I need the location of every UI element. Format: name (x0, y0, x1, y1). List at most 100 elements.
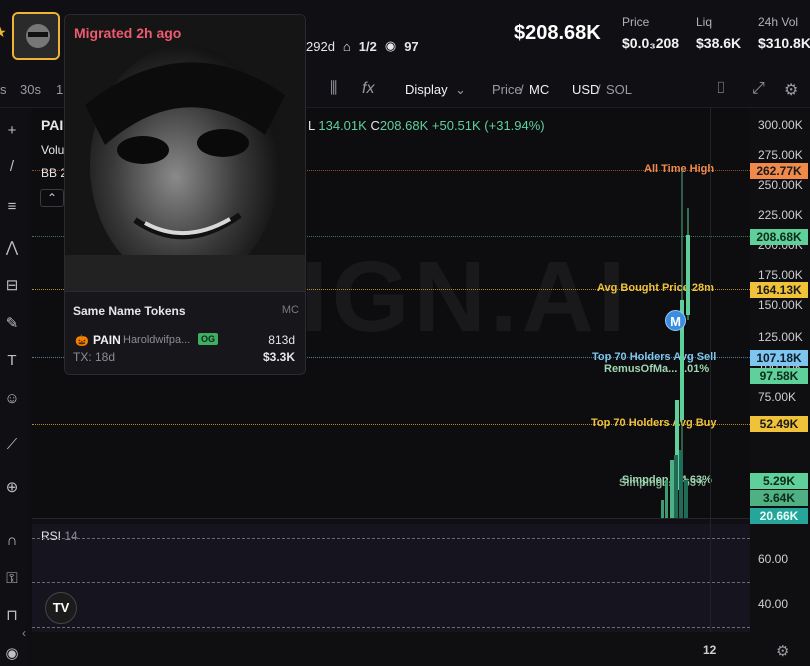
chevron-down-icon[interactable]: ⌄ (455, 82, 466, 98)
crosshair-icon[interactable]: + (2, 122, 22, 144)
lock-icon[interactable]: ⊓ (2, 606, 22, 628)
token-row-name: PAIN (93, 333, 121, 347)
y-tick-label: 175.00K (758, 268, 803, 282)
token-row-mc: $3.3K (262, 350, 295, 364)
candle-type-icon[interactable]: ⫼ (330, 80, 337, 98)
crosshair-vertical (710, 108, 711, 632)
fullscreen-icon[interactable]: ⤢ (752, 80, 765, 98)
metric-vol-value: $310.8K (758, 35, 810, 51)
interval-s[interactable]: s (0, 82, 7, 97)
section-mc-header: MC (281, 304, 299, 316)
metric-price-value: $0.0₃208 (622, 35, 680, 51)
eye-icon: ◉ (384, 38, 397, 53)
interval-30s[interactable]: 30s (20, 82, 41, 97)
metric-price-label: Price (622, 15, 650, 29)
emoji-icon[interactable]: ☺ (2, 390, 22, 412)
same-name-tokens-section: Same Name Tokens MC 🎃 PAIN Haroldwifpa..… (65, 291, 305, 374)
candles-svg (661, 170, 690, 520)
token-row-creator: Haroldwifpa... (123, 334, 191, 346)
market-cap-value: $208.68K (514, 22, 601, 44)
trendline-icon[interactable]: / (2, 158, 22, 180)
avatar-image (14, 14, 58, 58)
price-level-label: 107.18K (750, 350, 808, 366)
y-tick-label: 250.00K (758, 178, 803, 192)
token-image: Migrated 2h ago (65, 15, 305, 291)
drawing-toolbar: + / ≡ ⋀ ⊟ ✎ T ☺ ⟋ ⊕ ∩ ⚿ ⊓ ◉ (0, 108, 26, 666)
token-row-age: 813d (268, 333, 295, 347)
token-mini-avatar-icon: 🎃 (75, 335, 89, 347)
y-tick-label: 300.00K (758, 118, 803, 132)
price-level-label: 3.64K (750, 490, 808, 506)
pattern-icon[interactable]: ⋀ (2, 238, 22, 260)
migration-marker[interactable]: M (665, 310, 686, 331)
rsi-upper-band (32, 538, 750, 539)
metric-liq-label: Liq (696, 15, 713, 29)
price-level-label: 262.77K (750, 163, 808, 179)
tradingview-logo[interactable]: TV (45, 592, 77, 624)
token-age: 292d (306, 38, 335, 54)
ohlc-legend: L 134.01K C208.68K +50.51K (+31.94%) (308, 118, 545, 133)
og-tag: OG (198, 333, 219, 345)
price-toggle[interactable]: Price (492, 82, 522, 97)
projection-icon[interactable]: ⊟ (2, 276, 22, 298)
ohlc-low: 134.01K (318, 118, 367, 133)
y-tick-label: 150.00K (758, 298, 803, 312)
usd-toggle[interactable]: USD (572, 82, 599, 97)
mc-toggle[interactable]: MC (529, 82, 549, 97)
chart-watermark: IGN.AI (300, 241, 630, 353)
metric-liq-value: $38.6K (696, 35, 742, 51)
eye-visibility-icon[interactable]: ◉ (2, 644, 22, 666)
price-level-label: 5.29K (750, 473, 808, 489)
legend-symbol: PAI (41, 117, 64, 133)
fib-icon[interactable]: ≡ (2, 198, 22, 220)
y-tick-label: 125.00K (758, 330, 803, 344)
holders-icon: ⌂ (342, 38, 351, 54)
candle (670, 460, 674, 520)
migrated-badge: Migrated 2h ago (74, 25, 182, 41)
indicators-icon[interactable]: fx (362, 80, 374, 98)
y-tick-label: 75.00K (758, 390, 797, 404)
text-icon[interactable]: T (2, 352, 22, 374)
candle (665, 480, 668, 520)
interval-1[interactable]: 1 (56, 82, 63, 97)
ohlc-close: 208.68K (379, 118, 429, 133)
metric-vol-label: 24h Vol (758, 15, 799, 29)
rsi-tick-60: 60.00 (758, 552, 789, 566)
rsi-label: RSI 14 (41, 529, 78, 543)
price-level-label: 97.58K (750, 368, 808, 384)
volume-bar (674, 455, 678, 520)
app-root: ★ 292d ⌂ 1/2 ◉ 97 $208.68K Price $0.0₃20… (0, 0, 810, 666)
legend-collapse-button[interactable]: ⌃ (40, 189, 64, 207)
magnet-icon[interactable]: ∩ (2, 532, 22, 554)
volume-bar (679, 450, 683, 520)
lock-drawings-icon[interactable]: ⚿ (2, 570, 22, 592)
token-avatar[interactable] (12, 12, 60, 60)
time-axis[interactable] (32, 632, 750, 666)
rsi-pane[interactable] (32, 524, 750, 632)
price-level-label: 164.13K (750, 282, 808, 298)
collapse-left-icon[interactable]: ‹ (22, 626, 26, 640)
token-row-tx: TX: 18d (73, 350, 116, 364)
favorite-star-icon[interactable]: ★ (0, 24, 7, 41)
rsi-mid-band (32, 582, 750, 583)
views-count: 97 (404, 38, 419, 54)
pane-divider[interactable] (32, 518, 750, 524)
camera-icon[interactable]: ⌷ (716, 80, 726, 98)
display-dropdown[interactable]: Display (405, 82, 448, 97)
price-level-label: 52.49K (750, 416, 808, 432)
same-name-token-row[interactable]: 🎃 PAIN Haroldwifpa... OG 813d TX: 18d $3… (73, 332, 299, 368)
settings-gear-icon[interactable]: ⚙ (784, 80, 798, 100)
ruler-icon[interactable]: ⟋ (2, 436, 22, 458)
axis-settings-icon[interactable]: ⚙ (776, 642, 789, 660)
token-image-svg (65, 15, 305, 291)
metric-price: Price $0.0₃208 (622, 15, 679, 51)
price-level-label: 208.68K (750, 229, 808, 245)
header-stats: 292d ⌂ 1/2 ◉ 97 (306, 38, 419, 54)
rsi-lower-band (32, 627, 750, 628)
zoom-icon[interactable]: ⊕ (2, 478, 22, 500)
brush-icon[interactable]: ✎ (2, 314, 22, 336)
sol-toggle[interactable]: SOL (606, 82, 632, 97)
volume-bar (661, 500, 664, 520)
time-tick: 12 (703, 643, 717, 657)
token-info-popover: Migrated 2h ago Same Name Tokens MC 🎃 PA… (64, 14, 306, 375)
